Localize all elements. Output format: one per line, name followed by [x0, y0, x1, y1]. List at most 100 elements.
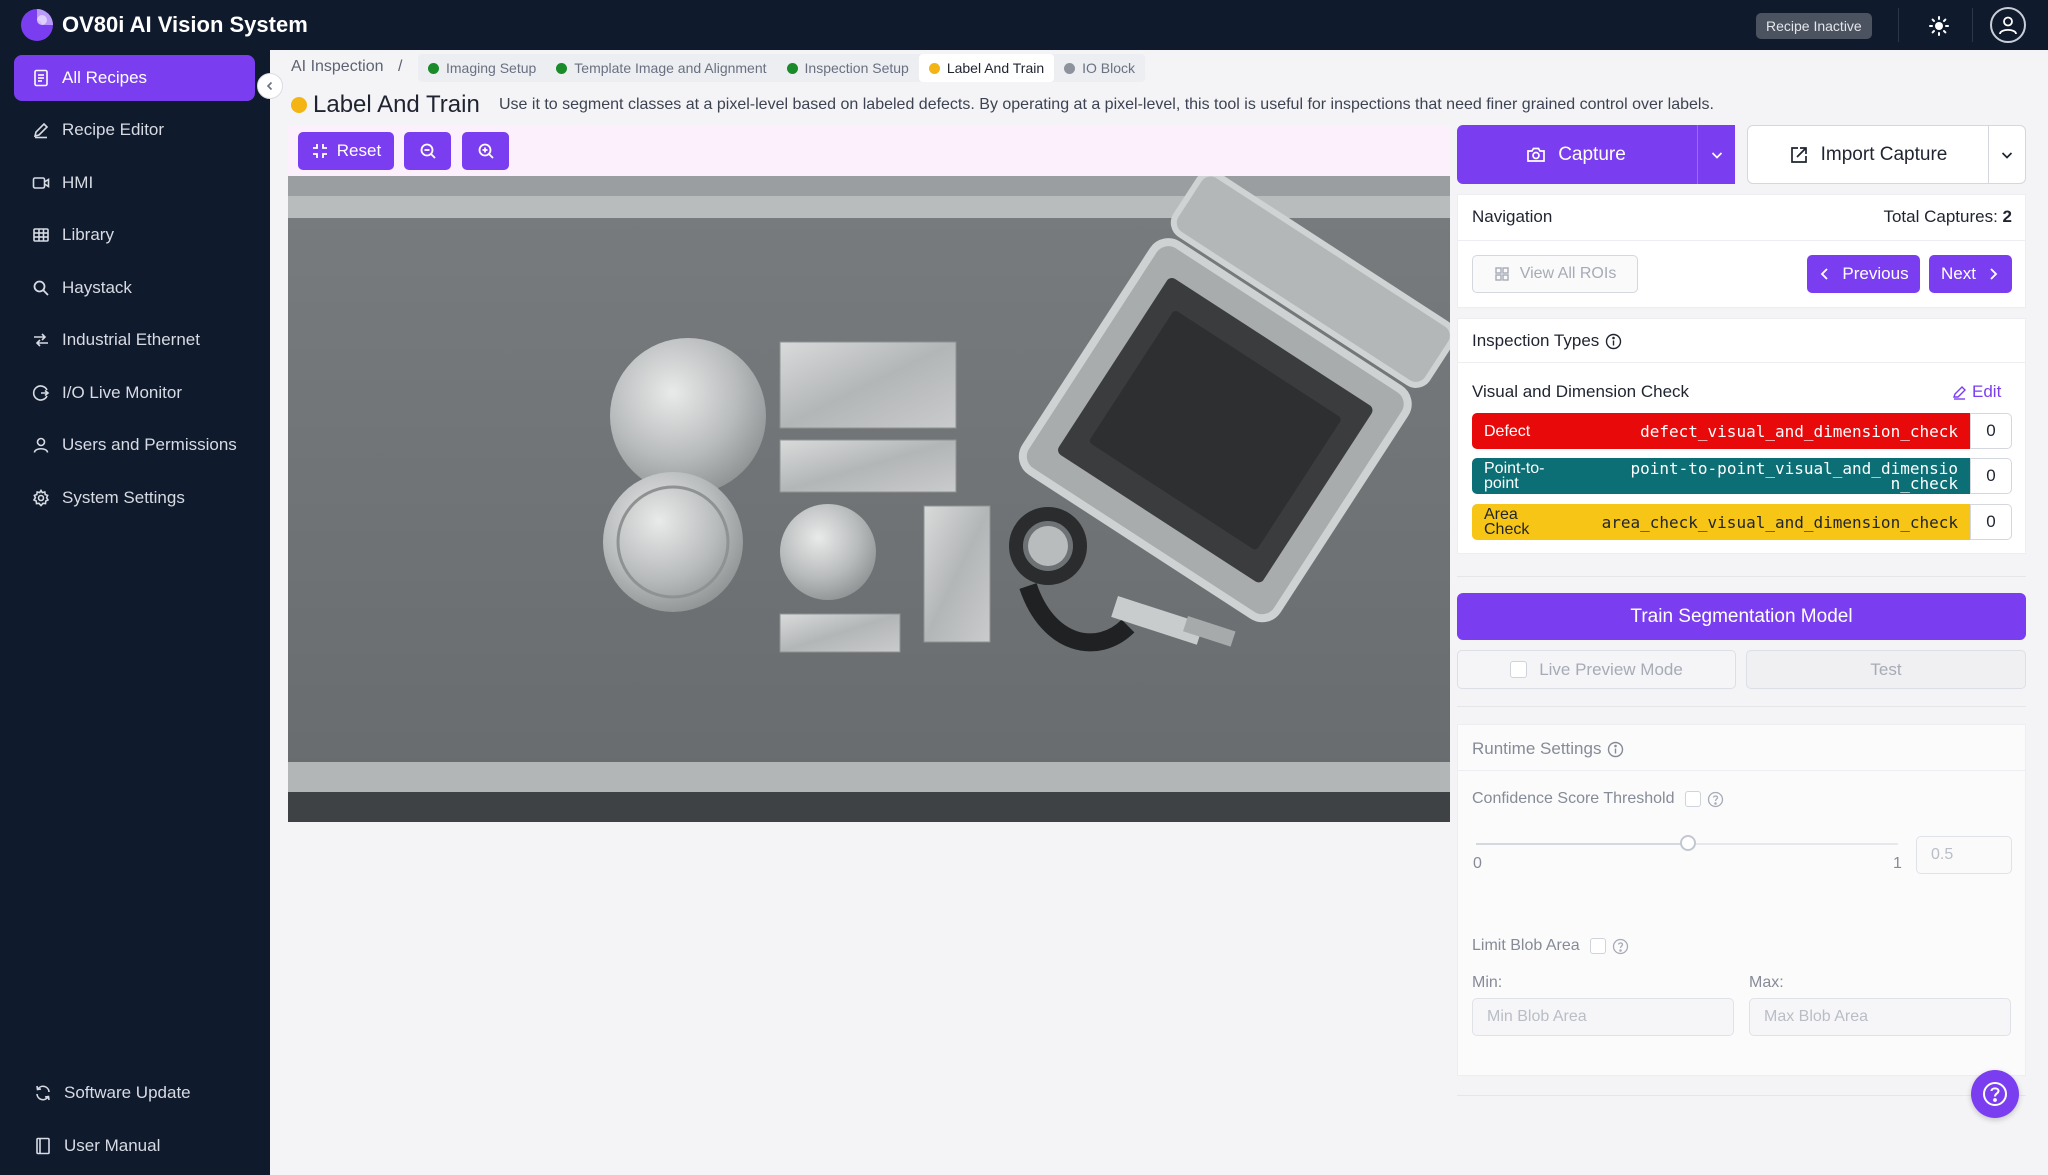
theme-toggle-button[interactable] [1924, 11, 1954, 41]
step-label: IO Block [1082, 60, 1136, 76]
divider [1898, 8, 1899, 42]
min-blob-area-input[interactable]: Min Blob Area [1472, 998, 1734, 1036]
previous-button[interactable]: Previous [1807, 255, 1920, 293]
divider [1458, 240, 2025, 241]
video-icon [32, 177, 50, 189]
chevron-down-icon [1711, 151, 1722, 159]
train-segmentation-model-button[interactable]: Train Segmentation Model [1457, 593, 2026, 640]
app-title: OV80i AI Vision System [62, 12, 308, 37]
user-avatar-button[interactable] [1990, 7, 2026, 43]
confidence-slider-fill [1476, 843, 1688, 845]
inspection-types-title: Inspection Types [1472, 331, 1622, 351]
info-icon[interactable] [1605, 333, 1622, 350]
help-icon[interactable] [1707, 791, 1724, 808]
inspection-type-area-check[interactable]: Area Check area_check_visual_and_dimensi… [1472, 504, 1970, 540]
zoom-in-button[interactable] [462, 132, 509, 170]
shrink-icon [312, 144, 327, 158]
live-preview-checkbox[interactable] [1510, 661, 1528, 678]
grid-icon [1494, 267, 1509, 281]
capture-image-illustration [288, 176, 1450, 822]
edit-button[interactable]: Edit [1952, 382, 2001, 402]
check-name: Visual and Dimension Check [1472, 382, 1690, 401]
capture-button[interactable]: Capture [1457, 125, 1735, 184]
max-blob-label: Max: [1749, 974, 1784, 991]
step-imaging-setup[interactable]: Imaging Setup [418, 54, 546, 82]
chevron-right-icon [1990, 268, 1998, 280]
sidebar-item-haystack[interactable]: Haystack [14, 265, 255, 311]
sidebar-collapse-button[interactable] [257, 73, 283, 99]
breadcrumb-root[interactable]: AI Inspection [291, 58, 384, 76]
reset-label: Reset [336, 141, 382, 160]
view-all-rois-label: View All ROIs [1519, 265, 1617, 282]
sidebar-item-user-manual[interactable]: User Manual [14, 1123, 255, 1169]
sidebar-item-label: Library [62, 225, 114, 244]
sidebar-item-io-live-monitor[interactable]: I/O Live Monitor [14, 370, 255, 416]
step-template-image-and-alignment[interactable]: Template Image and Alignment [546, 54, 776, 82]
sidebar-item-label: All Recipes [62, 68, 148, 87]
sidebar-item-software-update[interactable]: Software Update [14, 1070, 255, 1116]
monitor-icon [32, 385, 50, 401]
import-dropdown-button[interactable] [1988, 125, 2026, 184]
status-dot [556, 62, 568, 74]
sidebar-item-label: HMI [62, 173, 94, 192]
sidebar-item-label: Recipe Editor [62, 120, 165, 139]
inspection-type-defect[interactable]: Defect defect_visual_and_dimension_check [1472, 413, 1970, 449]
sidebar-item-all-recipes[interactable]: All Recipes [14, 55, 255, 101]
page-description: Use it to segment classes at a pixel-lev… [499, 96, 1714, 113]
edit-label: Edit [1972, 382, 2002, 401]
import-icon [1790, 146, 1807, 163]
limit-blob-area-checkbox[interactable] [1589, 938, 1606, 954]
user-icon [33, 437, 49, 453]
divider [1457, 706, 2026, 707]
confidence-threshold-row: Confidence Score Threshold [1472, 790, 1724, 808]
slider-min-label: 0 [1473, 855, 1482, 872]
help-icon[interactable] [1612, 938, 1629, 955]
sidebar-item-system-settings[interactable]: System Settings [14, 475, 255, 521]
test-button[interactable]: Test [1746, 650, 2026, 689]
confidence-value-input[interactable]: 0.5 [1916, 836, 2012, 874]
type-key: point-to-point_visual_and_dimension_chec… [1630, 459, 1958, 493]
runtime-settings-label: Runtime Settings [1472, 739, 1602, 758]
sidebar: All Recipes Recipe Editor HMI Library Ha… [0, 50, 270, 1175]
capture-image[interactable] [288, 176, 1450, 822]
next-button[interactable]: Next [1929, 255, 2012, 293]
status-dot [928, 62, 940, 74]
sidebar-item-recipe-editor[interactable]: Recipe Editor [14, 107, 255, 153]
total-captures-label: Total Captures: [1883, 207, 1998, 226]
info-icon[interactable] [1607, 741, 1624, 758]
live-preview-mode-button[interactable]: Live Preview Mode [1457, 650, 1736, 689]
capture-dropdown-button[interactable] [1697, 125, 1735, 184]
user-icon [1999, 16, 2017, 35]
total-captures-value: 2 [2002, 207, 2012, 226]
sidebar-item-library[interactable]: Library [14, 212, 255, 258]
zoom-in-icon [478, 143, 494, 159]
inspection-type-point-to-point[interactable]: Point-to-point point-to-point_visual_and… [1472, 458, 1970, 494]
confidence-threshold-checkbox[interactable] [1684, 791, 1701, 807]
status-dot [428, 62, 439, 74]
confidence-slider-thumb[interactable] [1680, 835, 1696, 851]
step-label: Template Image and Alignment [574, 60, 767, 76]
import-capture-button[interactable]: Import Capture [1747, 125, 1989, 184]
step-inspection-setup[interactable]: Inspection Setup [777, 54, 919, 82]
divider [1458, 770, 2025, 771]
step-label-and-train[interactable]: Label And Train [918, 54, 1055, 82]
limit-blob-area-row: Limit Blob Area [1472, 937, 1629, 955]
live-preview-label: Live Preview Mode [1539, 659, 1683, 679]
next-label: Next [1941, 264, 1976, 283]
divider [1457, 1095, 2026, 1096]
step-io-block[interactable]: IO Block [1054, 54, 1145, 82]
type-count: 0 [1970, 504, 2012, 540]
divider [1458, 362, 2025, 363]
inspection-types-label: Inspection Types [1472, 331, 1600, 350]
breadcrumb-steps: Imaging Setup Template Image and Alignme… [418, 54, 1146, 82]
sidebar-item-industrial-ethernet[interactable]: Industrial Ethernet [14, 317, 255, 363]
help-button[interactable] [1971, 1070, 2019, 1118]
max-blob-area-input[interactable]: Max Blob Area [1749, 998, 2011, 1036]
sidebar-item-label: I/O Live Monitor [62, 383, 182, 402]
ethernet-icon [34, 333, 48, 347]
reset-button[interactable]: Reset [298, 132, 394, 170]
view-all-rois-button[interactable]: View All ROIs [1472, 255, 1638, 293]
zoom-out-button[interactable] [404, 132, 451, 170]
sidebar-item-users-and-permissions[interactable]: Users and Permissions [14, 422, 255, 468]
sidebar-item-hmi[interactable]: HMI [14, 160, 255, 206]
